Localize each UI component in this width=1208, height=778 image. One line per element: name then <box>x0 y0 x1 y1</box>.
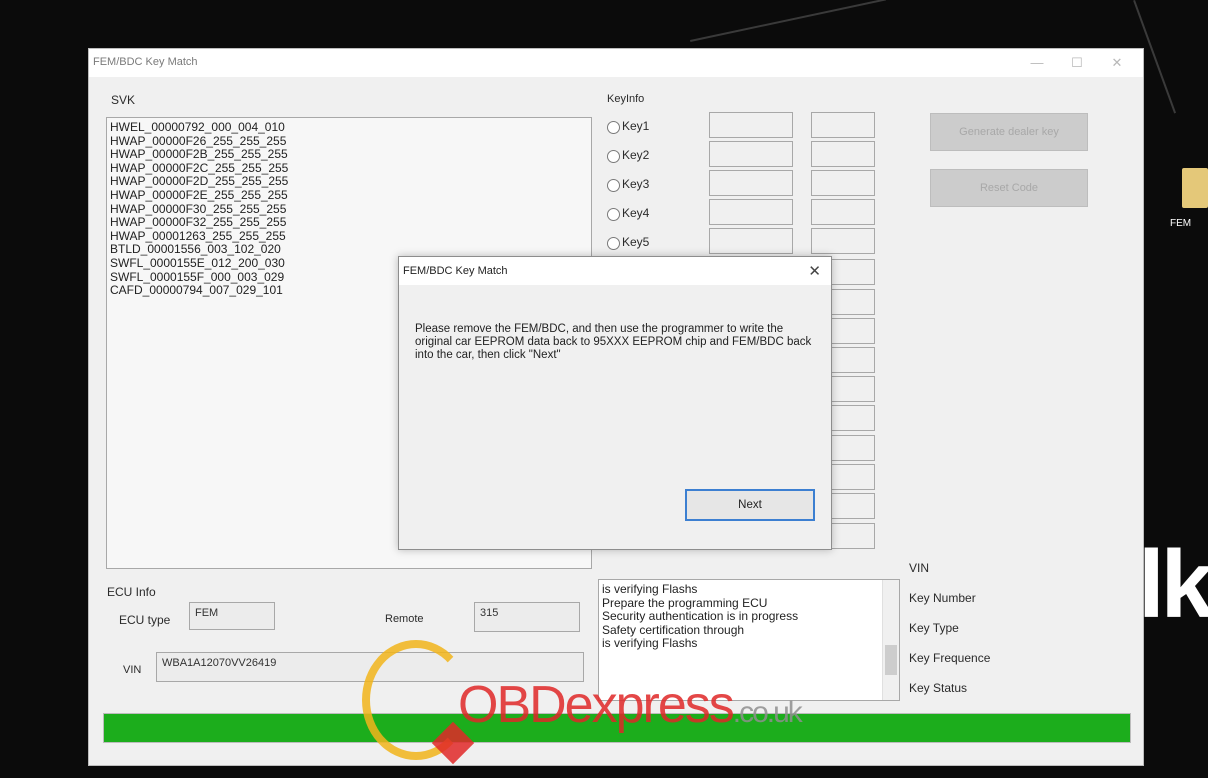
key-type-label: Key Type <box>909 621 959 635</box>
key-id-field[interactable] <box>709 199 793 225</box>
generate-dealer-key-button[interactable]: Generate dealer key <box>930 113 1088 151</box>
key-id-field[interactable] <box>709 141 793 167</box>
svk-item: HWAP_00000F2D_255_255_255 <box>110 174 289 189</box>
desktop-line <box>690 0 887 42</box>
log-line: Prepare the programming ECU <box>602 595 768 610</box>
close-button[interactable]: ✕ <box>1103 53 1131 73</box>
key-id-field[interactable] <box>709 170 793 196</box>
log-line: is verifying Flashs <box>602 582 698 596</box>
dialog-message: Please remove the FEM/BDC, and then use … <box>415 323 812 361</box>
window-title: FEM/BDC Key Match <box>93 56 198 68</box>
next-button[interactable]: Next <box>685 489 815 521</box>
svk-label: SVK <box>111 93 136 107</box>
info-vin-label: VIN <box>909 561 930 575</box>
key-status-label: Key Status <box>909 681 968 695</box>
key-id-field[interactable] <box>709 112 793 138</box>
ecu-type-field[interactable]: FEM <box>189 602 275 630</box>
log-scrollbar[interactable] <box>882 580 899 700</box>
ecu-info-label: ECU Info <box>107 585 156 599</box>
svk-item: HWAP_00000F2B_255_255_255 <box>110 147 288 162</box>
maximize-button[interactable]: ☐ <box>1063 53 1091 73</box>
radio-icon <box>607 237 620 250</box>
svk-item: HWAP_00000F32_255_255_255 <box>110 215 287 230</box>
keyinfo-label: KeyInfo <box>607 93 645 105</box>
svk-item: BTLD_00001556_003_102_020 <box>110 242 281 257</box>
reset-code-button[interactable]: Reset Code <box>930 169 1088 207</box>
radio-icon <box>607 150 620 163</box>
ecu-type-label: ECU type <box>119 613 171 627</box>
log-line: Security authentication is in progress <box>602 609 799 623</box>
log-line: is verifying Flashs <box>602 636 698 650</box>
title-bar: FEM/BDC Key Match — ☐ ✕ <box>89 49 1143 77</box>
watermark: OBDexpress.co.uk <box>458 675 803 735</box>
key-match-dialog: FEM/BDC Key Match ✕ Please remove the FE… <box>398 256 832 550</box>
dialog-close-icon[interactable]: ✕ <box>808 262 821 280</box>
svk-item: HWEL_00000792_000_004_010 <box>110 120 285 134</box>
folder-icon[interactable] <box>1182 168 1208 208</box>
radio-icon <box>607 179 620 192</box>
key-frequence-label: Key Frequence <box>909 651 991 665</box>
dialog-title-bar: FEM/BDC Key Match ✕ <box>399 257 831 285</box>
key-value-field[interactable] <box>811 228 875 254</box>
remote-label: Remote <box>385 613 424 625</box>
vin-label: VIN <box>123 664 142 676</box>
key-number-label: Key Number <box>909 591 976 605</box>
key-value-field[interactable] <box>811 112 875 138</box>
desktop-side-text: lk <box>1138 531 1208 638</box>
key-id-field[interactable] <box>709 228 793 254</box>
desktop-icon-label: FEM <box>1170 218 1192 229</box>
svk-item: HWAP_00000F30_255_255_255 <box>110 201 287 216</box>
key-label: Key1 <box>622 119 650 133</box>
key-label: Key4 <box>622 206 650 220</box>
watermark-main: OBDexpress <box>458 676 735 734</box>
watermark-suffix: .co.uk <box>732 696 803 729</box>
svk-item: HWAP_00000F2E_255_255_255 <box>110 187 288 202</box>
dialog-title: FEM/BDC Key Match <box>403 265 508 277</box>
scrollbar-thumb[interactable] <box>885 645 897 675</box>
key-label: Key3 <box>622 177 650 191</box>
log-line: Safety certification through <box>602 622 745 637</box>
key-label: Key5 <box>622 235 650 249</box>
radio-icon <box>607 208 620 221</box>
radio-icon <box>607 121 620 134</box>
key-value-field[interactable] <box>811 170 875 196</box>
svk-item: HWAP_00000F26_255_255_255 <box>110 133 287 148</box>
svk-item: HWAP_00000F2C_255_255_255 <box>110 160 289 175</box>
remote-field[interactable]: 315 <box>474 602 580 632</box>
key-value-field[interactable] <box>811 141 875 167</box>
minimize-button[interactable]: — <box>1023 53 1051 73</box>
key-label: Key2 <box>622 148 650 162</box>
svk-item: HWAP_00001263_255_255_255 <box>110 228 286 243</box>
key-value-field[interactable] <box>811 199 875 225</box>
